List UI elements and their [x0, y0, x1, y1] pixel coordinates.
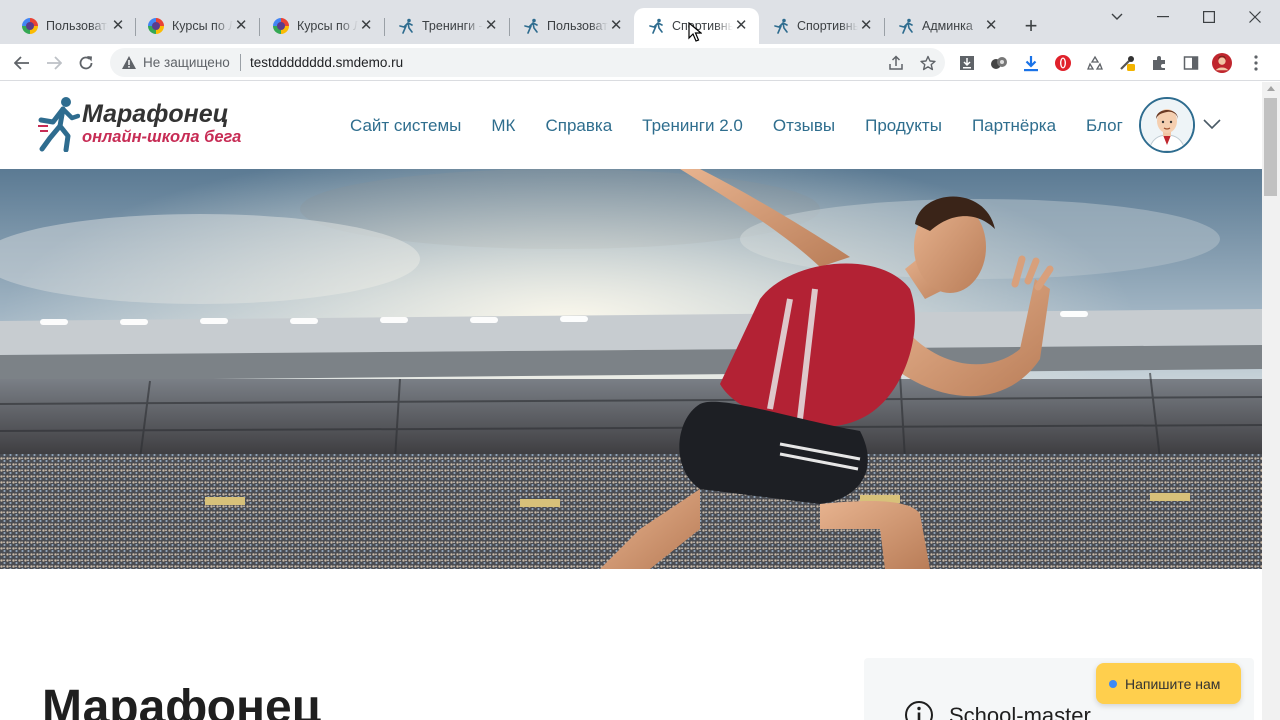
close-window-icon[interactable]	[1232, 4, 1278, 30]
tab-close-icon[interactable]: ✕	[858, 18, 874, 34]
eyedropper-extension-icon[interactable]	[1117, 53, 1137, 73]
scrollbar-thumb[interactable]	[1264, 98, 1277, 196]
browser-menu-icon[interactable]	[1246, 53, 1266, 73]
runner-favicon-icon	[648, 18, 664, 34]
save-page-icon[interactable]	[957, 53, 977, 73]
nav-link-trainings[interactable]: Тренинги 2.0	[642, 116, 743, 136]
tab-close-icon[interactable]: ✕	[110, 18, 126, 34]
maximize-icon[interactable]	[1186, 4, 1232, 30]
share-icon[interactable]	[886, 53, 906, 73]
browser-tab[interactable]: Курсы по Л ✕	[134, 8, 259, 44]
runner-logo-icon	[38, 97, 80, 152]
tab-title: Пользовате	[547, 19, 609, 33]
nav-link-reviews[interactable]: Отзывы	[773, 116, 835, 136]
back-arrow-icon[interactable]	[9, 50, 35, 76]
site-header: Марафонец онлайн-школа бега Сайт системы…	[0, 82, 1262, 169]
browser-tab[interactable]: Тренинги - ✕	[384, 8, 509, 44]
tab-title: Спортивны	[672, 19, 734, 33]
runner-favicon-icon	[773, 18, 789, 34]
site-logo[interactable]: Марафонец онлайн-школа бега	[38, 96, 248, 154]
tab-close-icon[interactable]: ✕	[733, 18, 749, 34]
runner-favicon-icon	[398, 18, 414, 34]
online-status-dot	[1109, 679, 1117, 688]
security-status-label[interactable]: Не защищено	[143, 55, 230, 70]
side-panel-icon[interactable]	[1181, 53, 1201, 73]
tab-title: Спортивны	[797, 19, 859, 33]
tab-close-icon[interactable]: ✕	[358, 18, 374, 34]
download-icon[interactable]	[1021, 53, 1041, 73]
scroll-up-arrow-icon[interactable]	[1267, 85, 1275, 93]
nav-link-mk[interactable]: МК	[491, 116, 515, 136]
new-tab-button[interactable]: +	[1018, 14, 1044, 40]
tab-close-icon[interactable]: ✕	[608, 18, 624, 34]
tab-favicon-icon	[22, 18, 38, 34]
minimize-icon[interactable]	[1140, 4, 1186, 30]
tab-title: Тренинги -	[422, 19, 483, 33]
tab-close-icon[interactable]: ✕	[983, 18, 999, 34]
url-text[interactable]: testdddddddd.smdemo.ru	[250, 55, 403, 70]
page-scrollbar[interactable]	[1262, 82, 1280, 720]
recycle-extension-icon[interactable]	[1085, 53, 1105, 73]
nav-link-help[interactable]: Справка	[545, 116, 612, 136]
browser-toolbar: Не защищено testdddddddd.smdemo.ru	[0, 44, 1280, 81]
opera-extension-icon[interactable]	[1053, 53, 1073, 73]
tab-title: Курсы по Л	[297, 19, 359, 33]
tab-title: Админка	[922, 19, 973, 33]
extensions-puzzle-icon[interactable]	[1149, 53, 1169, 73]
omnibox-divider	[240, 54, 241, 71]
nav-link-system-site[interactable]: Сайт системы	[350, 116, 461, 136]
runner-favicon-icon	[898, 18, 914, 34]
page-title: Марафонец	[42, 681, 322, 720]
bookmark-star-icon[interactable]	[918, 53, 938, 73]
nav-link-blog[interactable]: Блог	[1086, 116, 1123, 136]
runner-favicon-icon	[523, 18, 539, 34]
reload-icon[interactable]	[73, 50, 99, 76]
browser-tab[interactable]: Спортивны ✕	[759, 8, 884, 44]
extension-dots-icon[interactable]	[989, 53, 1009, 73]
browser-tab[interactable]: Курсы по Л ✕	[259, 8, 384, 44]
chat-button-label: Напишите нам	[1125, 675, 1221, 692]
profile-avatar-icon[interactable]	[1212, 53, 1232, 73]
browser-tabstrip: Пользовате ✕ Курсы по Л ✕ Курсы по Л ✕ Т…	[0, 0, 1280, 44]
nav-link-partner[interactable]: Партнёрка	[972, 116, 1056, 136]
tab-favicon-icon	[273, 18, 289, 34]
hero-banner-image	[0, 169, 1262, 569]
info-circle-icon	[905, 701, 933, 720]
main-navigation: Сайт системы МК Справка Тренинги 2.0 Отз…	[350, 114, 1153, 138]
user-menu-chevron-icon[interactable]	[1202, 117, 1222, 133]
user-avatar[interactable]	[1139, 97, 1195, 153]
tab-search-chevron-icon[interactable]	[1094, 4, 1140, 30]
browser-tab[interactable]: Пользовате ✕	[8, 8, 136, 44]
warning-triangle-icon[interactable]	[121, 55, 137, 75]
info-card-title: School-master	[949, 703, 1091, 720]
tab-close-icon[interactable]: ✕	[233, 18, 249, 34]
page-viewport: Марафонец онлайн-школа бега Сайт системы…	[0, 82, 1262, 720]
forward-arrow-icon[interactable]	[41, 50, 67, 76]
tab-close-icon[interactable]: ✕	[483, 18, 499, 34]
mouse-cursor-icon	[688, 22, 702, 42]
tab-title: Пользовате	[46, 19, 108, 33]
chat-widget-button[interactable]: Напишите нам	[1096, 663, 1241, 704]
tab-favicon-icon	[148, 18, 164, 34]
logo-title: Марафонец	[82, 100, 229, 128]
browser-tab[interactable]: Админка ✕	[884, 8, 1009, 44]
tab-title: Курсы по Л	[172, 19, 234, 33]
browser-tab[interactable]: Пользовате ✕	[509, 8, 634, 44]
nav-link-products[interactable]: Продукты	[865, 116, 942, 136]
logo-subtitle: онлайн-школа бега	[82, 128, 242, 146]
user-avatar-icon	[1141, 99, 1193, 151]
address-bar[interactable]: Не защищено testdddddddd.smdemo.ru	[110, 48, 945, 77]
